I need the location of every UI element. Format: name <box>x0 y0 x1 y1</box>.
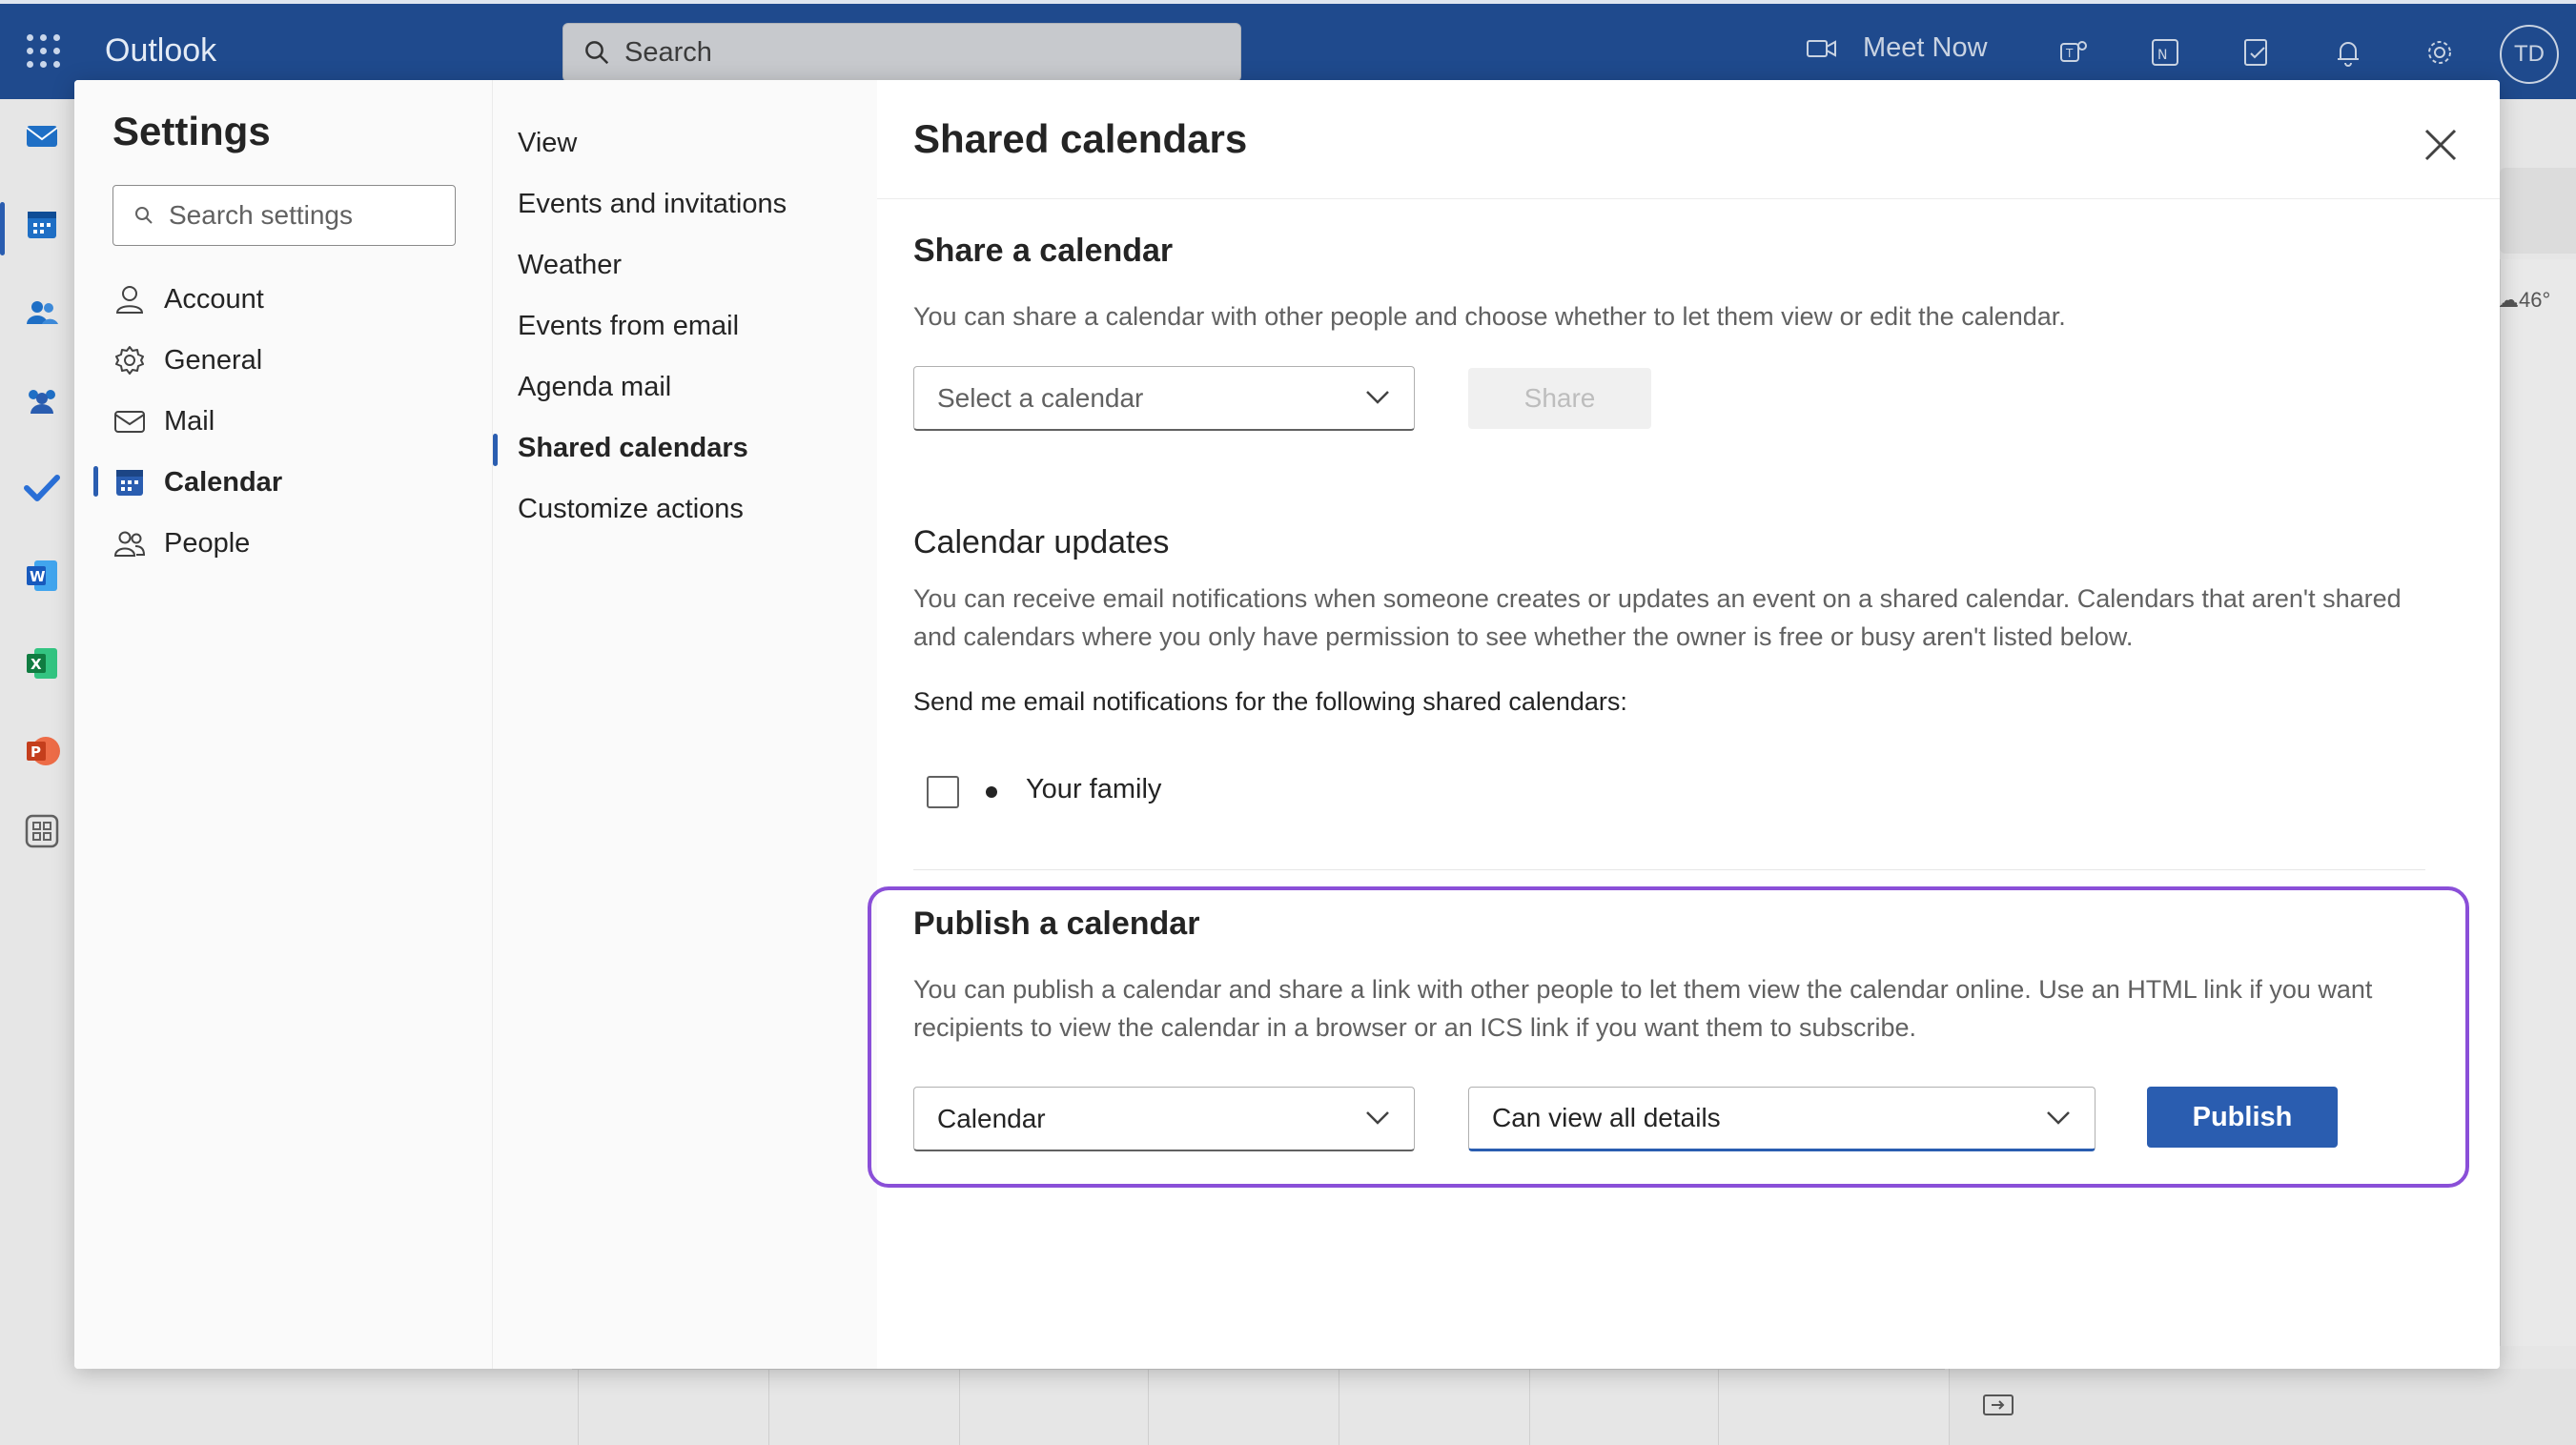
settings-title: Settings <box>112 109 271 153</box>
svg-text:W: W <box>30 568 46 585</box>
category-label: General <box>164 344 263 376</box>
todo-app-icon[interactable] <box>23 469 61 507</box>
notify-label: Send me email notifications for the foll… <box>913 687 1627 716</box>
publish-description: You can publish a calendar and share a l… <box>913 975 2373 1042</box>
subcategory-active-indicator <box>493 434 498 466</box>
section-divider <box>913 869 2425 870</box>
bell-icon[interactable] <box>2326 31 2370 74</box>
meet-now-button[interactable]: Meet Now <box>1806 32 1988 64</box>
weather-temperature: 46° <box>2519 288 2551 312</box>
updates-heading: Calendar updates <box>913 524 1170 560</box>
mail-icon <box>114 411 145 433</box>
app-launcher-icon[interactable] <box>27 34 61 69</box>
publish-heading: Publish a calendar <box>913 906 1200 942</box>
calendar-color-dot <box>986 786 997 798</box>
settings-category-nav: Settings Search settings Account General… <box>74 80 492 1369</box>
share-calendar-select[interactable]: Select a calendar <box>913 366 1415 431</box>
page-title: Shared calendars <box>913 116 1248 161</box>
svg-text:N: N <box>2157 48 2167 63</box>
category-label: Account <box>164 283 264 315</box>
more-apps-icon[interactable] <box>23 812 61 850</box>
meet-now-label: Meet Now <box>1863 32 1988 63</box>
close-button[interactable] <box>2412 116 2469 173</box>
teams-icon[interactable]: T <box>2052 31 2096 74</box>
background-calendar-grid <box>572 1369 1945 1445</box>
powerpoint-app-icon[interactable]: P <box>23 732 61 770</box>
word-app-icon[interactable]: W <box>23 557 61 595</box>
category-general[interactable]: General <box>112 334 262 387</box>
subcategory-agenda-mail[interactable]: Agenda mail <box>518 372 671 403</box>
settings-gear-icon[interactable] <box>2418 31 2462 74</box>
background-bottom-panel <box>1949 1369 2576 1445</box>
header-divider <box>877 198 2500 199</box>
search-icon <box>135 207 153 224</box>
share-button[interactable]: Share <box>1468 368 1651 429</box>
category-people[interactable]: People <box>112 517 250 570</box>
category-label: People <box>164 527 251 559</box>
category-mail[interactable]: Mail <box>112 395 215 448</box>
chevron-down-icon <box>1366 1111 1389 1125</box>
publish-button[interactable]: Publish <box>2147 1087 2338 1148</box>
subcategory-shared-calendars[interactable]: Shared calendars <box>518 433 748 464</box>
rail-active-indicator <box>0 202 5 255</box>
subcategory-events-from-email[interactable]: Events from email <box>518 311 739 342</box>
onenote-icon[interactable]: N <box>2143 31 2187 74</box>
publish-permission-select[interactable]: Can view all details <box>1468 1087 2096 1151</box>
settings-search-placeholder: Search settings <box>169 200 353 230</box>
search-icon <box>585 41 609 65</box>
people-icon <box>113 531 146 557</box>
publish-calendar-select[interactable]: Calendar <box>913 1087 1415 1151</box>
mail-app-icon[interactable] <box>23 116 61 154</box>
people-app-icon[interactable] <box>23 294 61 332</box>
share-calendar-select-value: Select a calendar <box>937 382 1144 413</box>
subcategory-weather[interactable]: Weather <box>518 250 622 281</box>
app-rail: W X P <box>0 99 82 1445</box>
subcategory-customize-actions[interactable]: Customize actions <box>518 494 744 525</box>
subcategory-view[interactable]: View <box>518 128 577 159</box>
calendar-checkbox-your-family[interactable] <box>927 776 959 808</box>
settings-subcategory-nav: View Events and invitations Weather Even… <box>492 80 877 1369</box>
category-label: Calendar <box>164 466 283 498</box>
background-weather-panel <box>2500 259 2576 1346</box>
share-heading: Share a calendar <box>913 233 1174 269</box>
global-search-placeholder: Search <box>624 36 712 68</box>
svg-text:P: P <box>31 743 41 761</box>
share-description: You can share a calendar with other peop… <box>913 302 2066 331</box>
publish-calendar-select-value: Calendar <box>937 1103 1046 1133</box>
category-calendar[interactable]: Calendar <box>112 456 282 509</box>
settings-dialog: Settings Search settings Account General… <box>74 80 2500 1369</box>
chevron-down-icon <box>1366 391 1389 404</box>
subcategory-events-and-invitations[interactable]: Events and invitations <box>518 189 787 220</box>
avatar[interactable]: TD <box>2500 25 2559 84</box>
groups-app-icon[interactable] <box>23 381 61 419</box>
chevron-down-icon <box>2047 1111 2070 1125</box>
settings-search-input[interactable]: Search settings <box>112 185 456 246</box>
global-search-input[interactable]: Search <box>562 23 1241 82</box>
excel-app-icon[interactable]: X <box>23 644 61 682</box>
category-active-indicator <box>93 466 98 497</box>
background-weather: ☁46° <box>2498 288 2551 312</box>
gear-icon <box>115 346 144 375</box>
updates-description: You can receive email notifications when… <box>913 584 2402 651</box>
svg-text:X: X <box>31 656 42 673</box>
category-account[interactable]: Account <box>112 273 264 326</box>
person-icon <box>115 286 144 314</box>
todo-icon[interactable] <box>2235 31 2279 74</box>
panel-toggle-icon <box>1983 1394 2014 1415</box>
calendar-name-your-family: Your family <box>1026 774 1162 804</box>
background-panel <box>2500 168 2576 254</box>
settings-content-pane: Shared calendars Share a calendar You ca… <box>868 80 2500 1369</box>
app-name: Outlook <box>105 32 217 69</box>
video-camera-icon <box>1807 39 1836 57</box>
calendar-icon <box>116 470 143 496</box>
category-label: Mail <box>164 405 215 437</box>
close-icon <box>2424 129 2457 161</box>
svg-text:T: T <box>2065 47 2074 60</box>
publish-permission-select-value: Can view all details <box>1492 1103 1721 1132</box>
calendar-app-icon[interactable] <box>23 206 61 244</box>
